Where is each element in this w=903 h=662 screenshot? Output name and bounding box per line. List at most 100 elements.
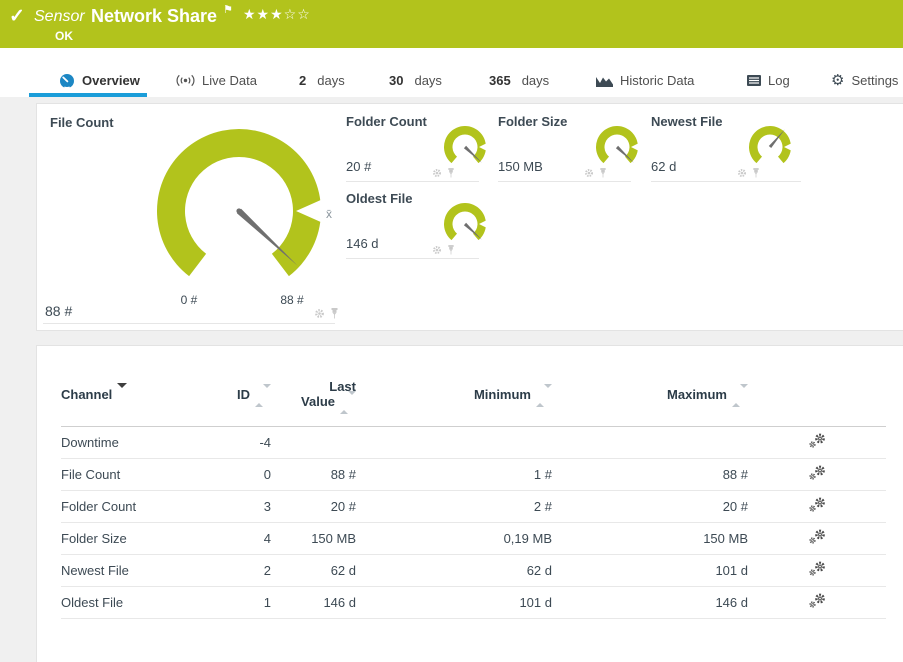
- channel-id: 2: [211, 554, 271, 586]
- channel-settings-gears-icon[interactable]: [809, 433, 826, 451]
- channel-minimum: 62 d: [356, 554, 552, 586]
- tab-365-days[interactable]: 365 days: [483, 64, 555, 97]
- oldest-file-gauge-cell: Oldest File 146 d: [346, 189, 508, 261]
- tab-historic-data[interactable]: Historic Data: [590, 64, 700, 97]
- gauge-settings-gear-icon[interactable]: [584, 168, 594, 178]
- channel-minimum: 1 #: [356, 458, 552, 490]
- channel-settings-gears-icon[interactable]: [809, 529, 826, 547]
- tab-overview[interactable]: Overview: [29, 64, 147, 97]
- tab-365-days-number: 365: [489, 73, 511, 88]
- channel-name: File Count: [61, 458, 211, 490]
- sort-icon: [255, 388, 263, 407]
- cell-divider: [346, 258, 479, 259]
- column-header-last-label: Last: [271, 379, 356, 394]
- gauge-pin-icon[interactable]: [330, 308, 339, 319]
- primary-gauge-value: 88 #: [45, 303, 72, 319]
- tab-2-days-label: days: [317, 73, 344, 88]
- tab-365-days-label: days: [522, 73, 549, 88]
- tab-30-days-number: 30: [389, 73, 403, 88]
- table-row: Oldest File 1 146 d 101 d 146 d: [61, 586, 886, 618]
- column-header-maximum[interactable]: Maximum: [552, 346, 748, 426]
- sort-icon: [263, 384, 271, 403]
- channel-id: 3: [211, 490, 271, 522]
- gauge-icon: [59, 73, 75, 89]
- gauge-pin-icon[interactable]: [752, 168, 760, 178]
- channel-settings-gears-icon[interactable]: [809, 465, 826, 483]
- cell-divider: [346, 181, 479, 182]
- channel-maximum: 88 #: [552, 458, 748, 490]
- sort-icon: [348, 391, 356, 410]
- status-ok-check-icon: ✓: [9, 5, 25, 28]
- channel-settings-gears-icon[interactable]: [809, 561, 826, 579]
- sort-icon: [740, 384, 748, 403]
- tab-log[interactable]: Log: [741, 64, 796, 97]
- gauge-value: 20 #: [346, 159, 371, 174]
- tab-2-days-number: 2: [299, 73, 306, 88]
- gauge-pin-icon[interactable]: [447, 168, 455, 178]
- historic-chart-icon: [596, 75, 613, 87]
- tab-2-days[interactable]: 2 days: [293, 64, 351, 97]
- priority-flag-icon[interactable]: ⚑: [223, 3, 233, 16]
- table-row: Folder Size 4 150 MB 0,19 MB 150 MB: [61, 522, 886, 554]
- gauge-value: 150 MB: [498, 159, 543, 174]
- channel-settings-gears-icon[interactable]: [809, 497, 826, 515]
- gauge-settings-gear-icon[interactable]: [314, 308, 325, 319]
- channel-name: Newest File: [61, 554, 211, 586]
- column-header-actions: [748, 346, 886, 426]
- primary-gauge-title: File Count: [50, 115, 114, 130]
- settings-gear-icon: ⚙: [831, 73, 844, 88]
- tab-30-days-label: days: [414, 73, 441, 88]
- priority-stars[interactable]: ★★★☆☆: [243, 7, 311, 23]
- channel-last-value: 88 #: [271, 458, 356, 490]
- tab-overview-label: Overview: [82, 73, 140, 88]
- gauge-title: Newest File: [651, 114, 723, 129]
- gauge-pin-icon[interactable]: [447, 245, 455, 255]
- column-header-id[interactable]: ID: [211, 346, 271, 426]
- tab-settings[interactable]: ⚙ Settings: [825, 64, 903, 97]
- sort-icon: [544, 384, 552, 403]
- column-header-channel[interactable]: Channel: [61, 346, 211, 426]
- tab-30-days[interactable]: 30 days: [383, 64, 448, 97]
- tab-live-data-label: Live Data: [202, 73, 257, 88]
- gauge-value: 146 d: [346, 236, 379, 251]
- column-header-minimum[interactable]: Minimum: [356, 346, 552, 426]
- column-header-last-value[interactable]: Last Value: [271, 346, 356, 426]
- gauge-scale-min: 0 #: [177, 293, 201, 307]
- table-row: Newest File 2 62 d 62 d 101 d: [61, 554, 886, 586]
- tab-bar: Overview Live Data 2 days 30 days 365 da…: [0, 48, 903, 97]
- folder-count-gauge: [439, 121, 491, 173]
- column-header-minimum-label: Minimum: [474, 387, 531, 402]
- tab-historic-data-label: Historic Data: [620, 73, 694, 88]
- gauge-settings-gear-icon[interactable]: [737, 168, 747, 178]
- channel-minimum: 2 #: [356, 490, 552, 522]
- channel-last-value: 20 #: [271, 490, 356, 522]
- channel-id: 1: [211, 586, 271, 618]
- channel-maximum: 146 d: [552, 586, 748, 618]
- tab-live-data[interactable]: Live Data: [170, 64, 263, 97]
- table-header-row: Channel ID Last Value Minimum Maximum: [61, 346, 886, 426]
- gauge-value: 62 d: [651, 159, 676, 174]
- gauge-settings-gear-icon[interactable]: [432, 245, 442, 255]
- channel-settings-gears-icon[interactable]: [809, 593, 826, 611]
- gauge-settings-gear-icon[interactable]: [432, 168, 442, 178]
- channel-last-value: [271, 426, 356, 458]
- folder-size-gauge: [591, 121, 643, 173]
- column-header-value-label: Value: [301, 394, 335, 409]
- channel-id: 4: [211, 522, 271, 554]
- channel-id: -4: [211, 426, 271, 458]
- page-title: Network Share: [91, 6, 217, 27]
- channel-minimum: [356, 426, 552, 458]
- column-header-id-label: ID: [237, 387, 250, 402]
- column-header-maximum-label: Maximum: [667, 387, 727, 402]
- gauge-title: Folder Size: [498, 114, 567, 129]
- column-header-channel-label: Channel: [61, 387, 112, 402]
- sort-icon: [340, 395, 348, 414]
- gauge-title: Oldest File: [346, 191, 412, 206]
- folder-size-gauge-cell: Folder Size 150 MB: [498, 112, 660, 184]
- channel-last-value: 146 d: [271, 586, 356, 618]
- oldest-file-gauge: [439, 198, 491, 250]
- cell-divider: [498, 181, 631, 182]
- table-row: Folder Count 3 20 # 2 # 20 #: [61, 490, 886, 522]
- channel-minimum: 101 d: [356, 586, 552, 618]
- gauge-pin-icon[interactable]: [599, 168, 607, 178]
